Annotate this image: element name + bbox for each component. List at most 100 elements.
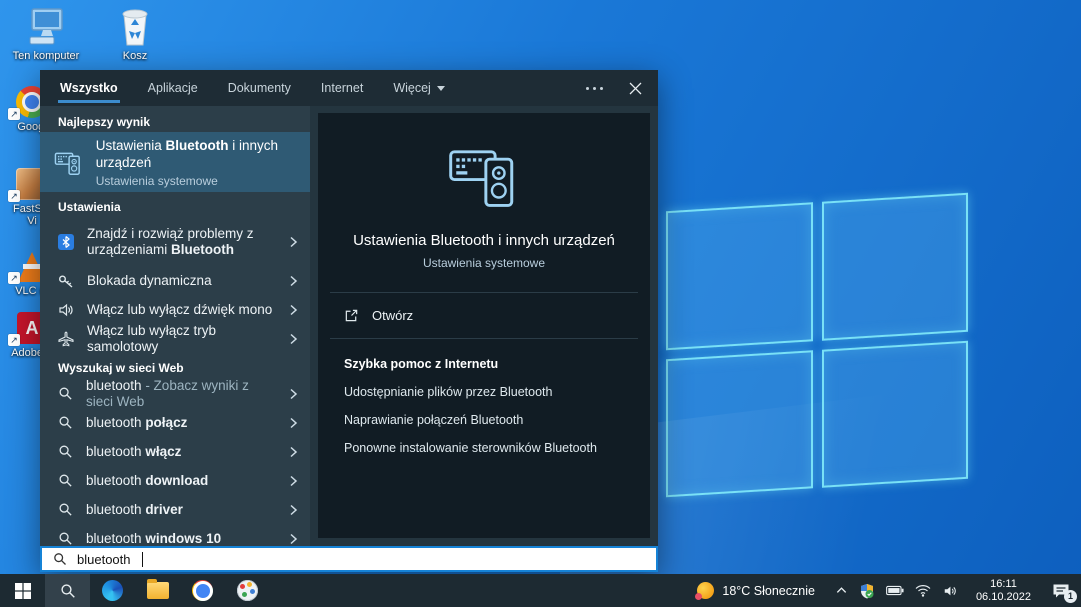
paint-icon <box>237 580 258 601</box>
start-button[interactable] <box>0 574 45 607</box>
shortcut-arrow-icon: ↗ <box>8 108 20 120</box>
search-icon <box>58 415 73 430</box>
quick-help-link[interactable]: Ponowne instalowanie sterowników Bluetoo… <box>344 441 650 455</box>
web-suggestion[interactable]: bluetooth - Zobacz wyniki z sieci Web <box>40 379 310 408</box>
chevron-right-icon <box>286 303 300 317</box>
battery-icon[interactable] <box>886 584 904 597</box>
chevron-right-icon <box>286 503 300 517</box>
quick-help-link[interactable]: Naprawianie połączeń Bluetooth <box>344 413 650 427</box>
settings-result-dynamic-lock[interactable]: Blokada dynamiczna <box>40 266 310 295</box>
weather-text: 18°C Słonecznie <box>722 584 815 598</box>
quick-help-header: Szybka pomoc z Internetu <box>344 357 650 371</box>
bluetooth-devices-icon-large <box>447 137 521 211</box>
desktop-icon-label: Kosz <box>97 50 173 62</box>
tab-internet[interactable]: Internet <box>319 70 365 106</box>
search-icon <box>53 552 67 566</box>
shortcut-arrow-icon: ↗ <box>8 334 20 346</box>
tab-wszystko[interactable]: Wszystko <box>58 70 120 106</box>
security-shield-icon[interactable] <box>859 583 875 599</box>
bluetooth-icon <box>58 234 74 250</box>
chevron-right-icon <box>286 274 300 288</box>
search-icon <box>58 502 73 517</box>
chevron-right-icon <box>286 532 300 546</box>
chevron-right-icon <box>286 445 300 459</box>
speaker-icon <box>58 302 74 318</box>
wifi-icon[interactable] <box>915 584 931 597</box>
desktop-icon-this-pc[interactable]: Ten komputer <box>8 5 84 62</box>
settings-result-airplane-mode[interactable]: Włącz lub wyłącz tryb samolotowy <box>40 324 310 353</box>
shortcut-arrow-icon: ↗ <box>8 272 20 284</box>
sun-weather-icon <box>697 582 714 599</box>
clock-time: 16:11 <box>976 578 1031 591</box>
search-icon <box>58 473 73 488</box>
windows-logo-pane <box>666 202 813 349</box>
windows-start-icon <box>15 583 31 599</box>
best-result-title: Ustawienia Bluetooth i innych urządzeń <box>96 137 300 171</box>
search-icon <box>58 444 73 459</box>
close-icon <box>629 82 642 95</box>
taskbar-search-button[interactable] <box>45 574 90 607</box>
taskbar-edge-button[interactable] <box>90 574 135 607</box>
taskbar-paint-button[interactable] <box>225 574 270 607</box>
options-menu-button[interactable] <box>570 87 619 90</box>
web-suggestion[interactable]: bluetooth połącz <box>40 408 310 437</box>
web-suggestion[interactable]: bluetooth włącz <box>40 437 310 466</box>
chevron-right-icon <box>286 235 300 249</box>
taskbar-weather[interactable]: 18°C Słonecznie <box>685 582 827 599</box>
web-suggestion[interactable]: bluetooth download <box>40 466 310 495</box>
settings-result-mono-audio[interactable]: Włącz lub wyłącz dźwięk mono <box>40 295 310 324</box>
search-flyout: Wszystko Aplikacje Dokumenty Internet Wi… <box>40 70 658 572</box>
taskbar-explorer-button[interactable] <box>135 574 180 607</box>
best-result-item[interactable]: Ustawienia Bluetooth i innych urządzeń U… <box>40 132 310 192</box>
tab-aplikacje[interactable]: Aplikacje <box>146 70 200 106</box>
chevron-right-icon <box>286 416 300 430</box>
windows-logo-pane <box>822 340 969 487</box>
key-icon <box>58 273 74 289</box>
desktop-icon-label: Ten komputer <box>8 50 84 62</box>
preview-title: Ustawienia Bluetooth i innych urządzeń <box>318 232 650 249</box>
desktop-icon-recycle-bin[interactable]: Kosz <box>97 5 173 62</box>
section-header-settings: Ustawienia <box>40 192 310 218</box>
text-caret <box>142 552 143 567</box>
recycle-bin-icon <box>118 7 152 47</box>
section-header-best: Najlepszy wynik <box>40 106 310 132</box>
best-result-subtitle: Ustawienia systemowe <box>96 174 300 188</box>
chevron-right-icon <box>286 387 300 401</box>
search-icon <box>58 386 73 401</box>
search-icon <box>58 531 73 546</box>
search-input[interactable]: bluetooth <box>40 546 658 572</box>
this-pc-icon <box>24 7 68 47</box>
taskbar: 18°C Słonecznie 16:11 06.10.2022 1 <box>0 574 1081 607</box>
notification-badge: 1 <box>1064 590 1077 603</box>
chevron-right-icon <box>286 332 300 346</box>
tab-wiecej[interactable]: Więcej <box>391 70 447 106</box>
chrome-icon <box>192 580 213 601</box>
preview-subtitle: Ustawienia systemowe <box>318 256 650 270</box>
close-button[interactable] <box>619 82 658 95</box>
preview-pane: Ustawienia Bluetooth i innych urządzeń U… <box>310 106 658 546</box>
action-center-button[interactable]: 1 <box>1041 574 1081 607</box>
web-suggestion[interactable]: bluetooth driver <box>40 495 310 524</box>
taskbar-chrome-button[interactable] <box>180 574 225 607</box>
chevron-up-icon[interactable] <box>835 584 848 597</box>
open-icon <box>344 308 359 323</box>
search-icon <box>60 583 76 599</box>
windows-logo-pane <box>822 193 969 340</box>
section-header-web: Wyszukaj w sieci Web <box>40 353 310 379</box>
clock-date: 06.10.2022 <box>976 591 1031 604</box>
open-action[interactable]: Otwórz <box>318 293 650 338</box>
tab-dokumenty[interactable]: Dokumenty <box>226 70 293 106</box>
volume-icon[interactable] <box>942 584 958 598</box>
settings-result-bluetooth-troubleshoot[interactable]: Znajdź i rozwiąż problemy z urządzeniami… <box>40 218 310 266</box>
shortcut-arrow-icon: ↗ <box>8 190 20 202</box>
file-explorer-icon <box>147 582 169 599</box>
web-suggestion[interactable]: bluetooth windows 10 <box>40 524 310 546</box>
chevron-right-icon <box>286 474 300 488</box>
results-list: Najlepszy wynik Ustawienia Bluetooth i <box>40 106 310 546</box>
quick-help-link[interactable]: Udostępnianie plików przez Bluetooth <box>344 385 650 399</box>
bluetooth-devices-icon <box>54 145 83 179</box>
taskbar-clock[interactable]: 16:11 06.10.2022 <box>966 578 1041 604</box>
search-query-text: bluetooth <box>77 552 131 567</box>
edge-icon <box>102 580 123 601</box>
windows-logo-pane <box>666 350 813 497</box>
